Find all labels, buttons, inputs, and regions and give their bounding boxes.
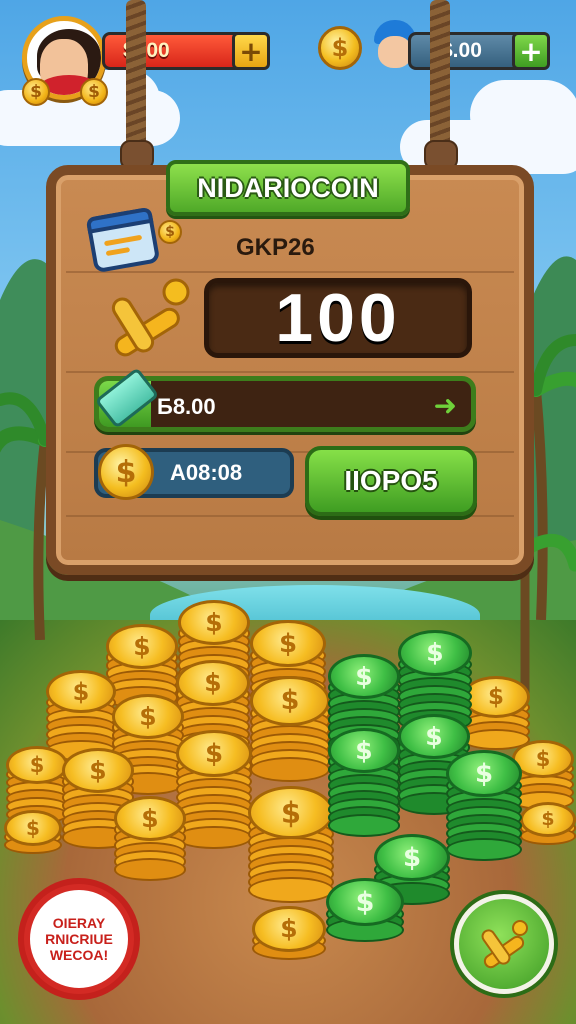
promo-badge-text: OIERAY RNICRIUE WECOA! [45,915,113,963]
green-coin-icon: $ [328,728,400,773]
progress-value: Б8.00 [157,394,216,419]
gold-coin-stack: $ [4,810,62,862]
calendar-line [103,234,143,247]
gold-coin-icon: $ [114,796,186,841]
wrench-icon [481,920,528,969]
gold-coin-icon: $ [520,802,576,837]
coin-edge [248,876,334,904]
coin-timer-value: A08:08 [170,460,243,485]
wrench-icon [111,278,190,357]
arrow-right-icon[interactable]: ➜ [434,389,457,422]
promo-badge[interactable]: OIERAY RNICRIUE WECOA! [24,884,134,994]
gold-coin-stack: $ [252,906,326,968]
green-coin-icon: $ [328,654,400,699]
gold-coin-icon: $ [176,660,250,706]
coin-edge [176,825,252,850]
avatar-face [378,36,412,68]
gold-coin-icon: $ [46,670,116,714]
coin-icon: $ [22,78,50,106]
green-coin-stack: $ [326,878,404,950]
big-number-panel: 100 [204,278,472,358]
gold-coin-stack: $ [176,730,252,857]
big-number: 100 [275,280,401,356]
gold-coin-stack: $ [114,796,186,889]
green-coin-icon: $ [446,750,522,798]
board-subtitle: GKP26 [236,234,315,261]
gold-coin-stack: $ [250,676,330,790]
calendar-line [105,247,131,257]
collect-button-label: IIOPO5 [344,465,438,496]
coin-icon: $ [98,444,154,500]
gold-coin-icon: $ [250,620,326,668]
gold-coin-stack: $ [520,802,576,853]
gold-coin-icon: $ [462,676,530,719]
coin-edge [446,837,522,862]
gold-coin-icon: $ [106,624,178,669]
add-player-coins-button[interactable]: + [232,32,270,70]
green-coin-icon: $ [326,878,404,927]
green-coin-stack: $ [446,750,522,869]
gold-coin-icon: $ [4,810,62,846]
board-title-tab: NIDARIOCOIN [166,160,410,216]
green-coin-icon: $ [374,834,450,882]
coin-edge [250,756,330,782]
gold-coin-icon: $ [250,676,330,726]
coin-icon: $ [80,78,108,106]
coin-icon: $ [318,26,362,70]
green-coin-stack: $ [328,728,400,845]
coin-edge [114,858,186,881]
gold-coin-icon: $ [112,694,184,739]
gold-coin-icon: $ [252,906,326,952]
gold-coin-icon: $ [248,786,334,840]
board-title: NIDARIOCOIN [197,172,379,203]
gold-coin-icon: $ [176,730,252,778]
plank-line [66,271,514,273]
coin-icon: $ [158,220,182,244]
green-coin-icon: $ [398,630,472,676]
collect-button[interactable]: IIOPO5 [305,446,477,516]
gold-coin-stack: $ [248,786,334,911]
gold-coin-icon: $ [62,748,134,793]
gold-coin-icon: $ [178,600,250,645]
calendar-icon [85,206,161,274]
add-opponent-coins-button[interactable]: + [512,32,550,70]
tools-button[interactable] [454,894,554,994]
